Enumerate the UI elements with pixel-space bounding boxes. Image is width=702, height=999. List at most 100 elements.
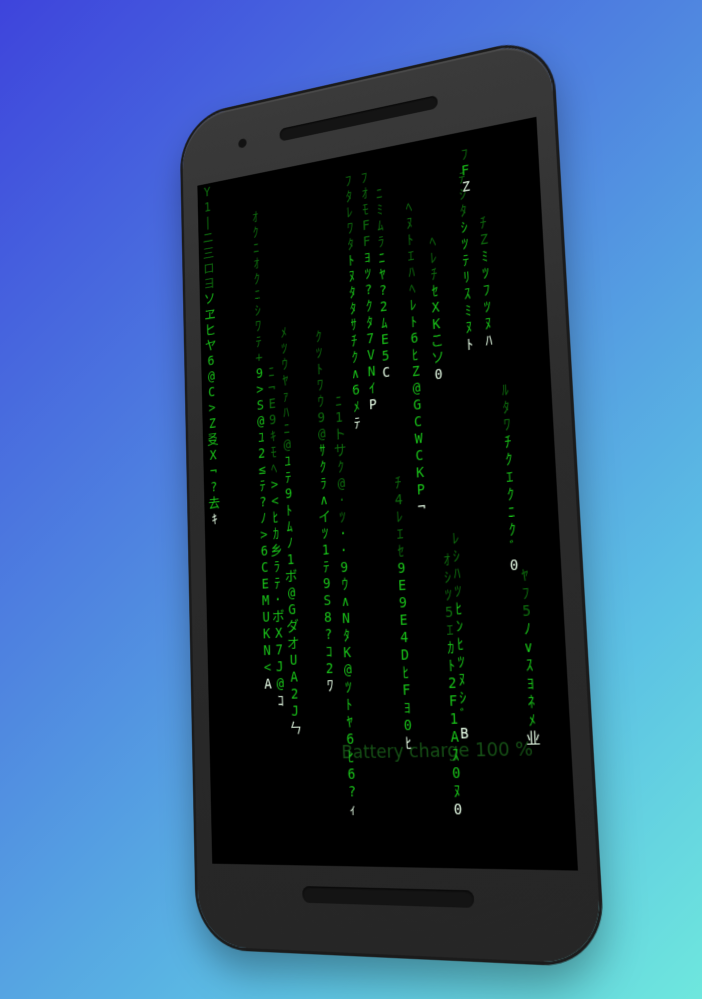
rain-glyph: · xyxy=(339,526,348,543)
rain-glyph: P xyxy=(368,396,378,414)
rain-glyph: ｽ xyxy=(525,657,534,675)
rain-column: ﾆ 1 トサｸ @ · ﾂ · · 9 ｳ ∧ N ﾀ K @ ﾂﾄﾔ 6 ﾋ 6? ｨ xyxy=(331,393,360,819)
rain-glyph: U xyxy=(289,652,298,669)
rain-glyph: J xyxy=(291,703,300,720)
rain-glyph: ダ xyxy=(286,618,300,636)
rain-glyph: 9 xyxy=(284,486,293,503)
rain-glyph: ﾂ xyxy=(339,509,346,526)
rain-glyph: ﾌ xyxy=(521,584,530,603)
rain-glyph: ? xyxy=(347,783,357,801)
rain-glyph: ﾑ xyxy=(286,519,293,536)
rain-glyph: ヤ xyxy=(204,337,217,354)
rain-glyph: J xyxy=(275,659,284,676)
rain-glyph: サ xyxy=(333,442,347,460)
rain-glyph: D xyxy=(400,647,410,664)
rain-glyph: ∧ xyxy=(341,593,350,611)
rain-glyph: ﾄ xyxy=(285,502,293,519)
rain-glyph: ﾉ xyxy=(523,620,532,639)
rain-glyph: G xyxy=(413,397,422,414)
rain-glyph: 2 xyxy=(325,660,334,678)
rain-glyph: ﾂ xyxy=(321,525,329,542)
rain-glyph: ﾁ xyxy=(394,475,402,492)
rain-glyph: C xyxy=(415,447,424,465)
rain-glyph: ﾂ xyxy=(344,679,352,696)
rain-glyph: ﾗ xyxy=(273,559,281,576)
rain-glyph: オ xyxy=(286,635,300,653)
rain-glyph: ｶ xyxy=(272,526,280,543)
rain-glyph: ｧ xyxy=(282,388,289,405)
rain-glyph: > xyxy=(270,477,279,494)
rain-glyph: · xyxy=(337,492,347,509)
rain-glyph: ボ xyxy=(284,568,298,586)
rain-glyph: 7 xyxy=(275,642,284,659)
rain-glyph: ｸ xyxy=(506,486,515,504)
rain-glyph: ｳ xyxy=(317,393,325,410)
rain-glyph: ﾋ xyxy=(347,748,355,766)
rain-glyph: 1 xyxy=(321,542,330,559)
rain-glyph: < xyxy=(271,493,279,510)
rain-glyph: ﾈ xyxy=(527,693,536,712)
rain-glyph: ∧ xyxy=(320,492,329,509)
rain-glyph: B xyxy=(459,725,470,743)
rain-glyph: @ xyxy=(276,676,285,693)
rain-glyph: ﾊ xyxy=(283,404,290,421)
rain-glyph: ? xyxy=(324,626,333,644)
rain-glyph: ? xyxy=(210,479,218,496)
rain-glyph: A xyxy=(290,669,299,686)
rain-glyph: ｼ xyxy=(452,548,461,566)
rain-glyph: N xyxy=(341,610,351,628)
rain-glyph: ｳ xyxy=(341,576,349,594)
rain-glyph: ﾕ xyxy=(284,453,291,470)
rain-glyph: P xyxy=(416,481,426,499)
rain-glyph: ﾊ xyxy=(453,565,461,583)
rain-glyph: 4 xyxy=(400,629,409,647)
rain-glyph: ﾔ xyxy=(520,566,529,585)
rain-glyph: ﾜ xyxy=(326,678,334,695)
rain-glyph: ﾚ xyxy=(451,530,460,548)
rain-glyph: 0 xyxy=(403,717,413,735)
rain-glyph: ﾋ xyxy=(404,735,413,753)
rain-glyph: ﾃ xyxy=(284,469,292,486)
rain-glyph: ¬ xyxy=(267,380,276,397)
rain-glyph: 1 xyxy=(286,552,295,569)
promo-background: Battery charge 100 % Y 1 | ニ三ロヨソヱヒヤ 6 @ C > Z 㕛 X ¬… xyxy=(0,0,702,999)
rain-glyph: 9 xyxy=(317,410,326,427)
rain-glyph: ﾞ xyxy=(509,539,518,557)
rain-glyph: 6 xyxy=(347,766,356,783)
rain-glyph: ｸ xyxy=(504,451,513,469)
phone-screen: Battery charge 100 % Y 1 | ニ三ロヨソヱヒヤ 6 @ C > Z 㕛 X ¬… xyxy=(197,116,578,871)
rain-glyph: ﾄ xyxy=(466,336,474,354)
rain-glyph: イ xyxy=(318,508,332,526)
rain-glyph: C xyxy=(208,384,216,401)
rain-column: ﾁ4ﾚｴｾ9E9E4DﾋFﾖ0ﾋ xyxy=(390,475,416,754)
rain-glyph: ｷ xyxy=(211,511,218,528)
rain-glyph: ｸ xyxy=(319,459,327,476)
rain-glyph: 0 xyxy=(434,366,443,384)
rain-glyph: ﾋ xyxy=(272,509,279,526)
rain-glyph: ﾇ xyxy=(453,783,462,801)
rain-glyph: 㕛 xyxy=(206,431,219,448)
rain-column: ｸﾂﾄﾜｳ 9 @ ｻｸﾗ ∧ イﾂ 1 ﾃ 9 S 8? ｺ 2 ﾜ xyxy=(311,329,337,696)
rain-glyph: ﾋ xyxy=(402,664,410,682)
rain-column: ﾔﾌ 5 ﾉ ∨ ｽﾖﾈﾒ业 xyxy=(516,567,542,749)
front-camera-icon xyxy=(238,137,247,149)
rain-glyph: Z xyxy=(461,178,471,196)
rain-glyph: ｾ xyxy=(397,543,405,560)
rain-column: ﾍﾚﾁｾXKこソ0 xyxy=(425,233,447,385)
rain-glyph: ｨ xyxy=(349,801,357,819)
battery-charge-label: Battery charge 100 % xyxy=(341,738,534,764)
rain-glyph: 4 xyxy=(394,492,404,509)
rain-glyph: ﾖ xyxy=(403,699,411,717)
rain-glyph: ボ xyxy=(272,608,285,626)
rain-glyph: Z xyxy=(208,416,217,432)
rain-glyph: E xyxy=(399,612,408,630)
rain-glyph: 9 xyxy=(322,575,331,593)
rain-glyph: ﾖ xyxy=(526,675,535,693)
rain-glyph: ﾚ xyxy=(395,509,404,526)
rain-glyph: 乡 xyxy=(270,542,283,559)
rain-glyph: ∨ xyxy=(523,638,534,657)
earpiece-speaker xyxy=(279,94,438,142)
rain-column: Y 1 | ニ三ロヨソヱヒヤ 6 @ C > Z 㕛 X ¬? 去ｷ xyxy=(201,184,222,528)
rain-glyph: 0 xyxy=(453,801,463,819)
rain-glyph: ﾃ xyxy=(322,559,330,576)
